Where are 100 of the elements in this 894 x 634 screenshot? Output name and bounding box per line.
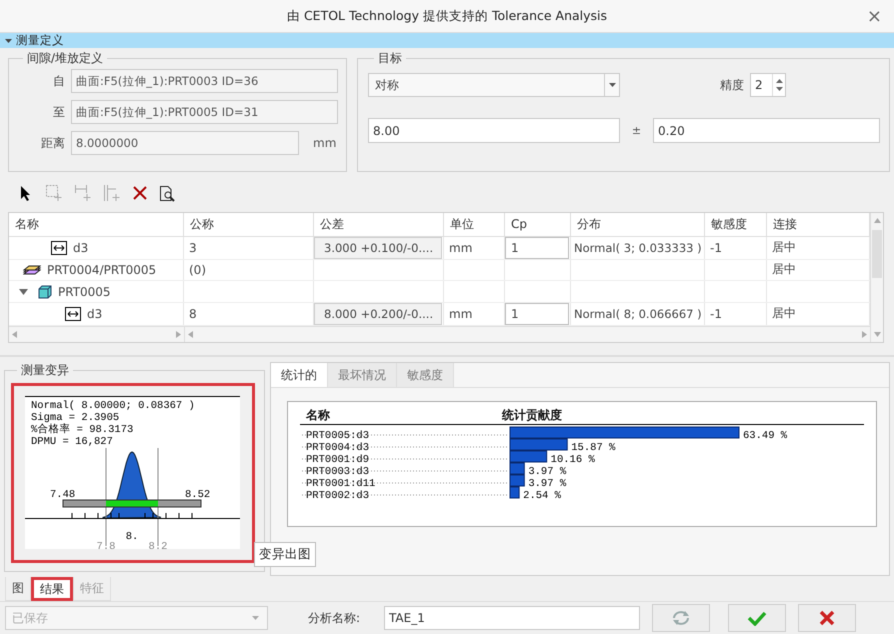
- table-cell: (0): [189, 262, 206, 277]
- precision-spinner[interactable]: 2: [750, 73, 786, 97]
- precision-label: 精度: [720, 76, 744, 94]
- nominal-field[interactable]: 8.00: [368, 118, 620, 143]
- bar-label: PRT0005:d3: [306, 430, 370, 442]
- lower-limit-label: 7.48: [50, 489, 76, 501]
- statistics-text: %合格率 = 98.3173: [31, 424, 134, 436]
- axis-label: 7.8: [96, 541, 116, 549]
- value-label: 3.97 %: [528, 466, 566, 478]
- bar-label: PRT0002:d3: [306, 490, 370, 502]
- table-cell: -1: [710, 306, 722, 321]
- scroll-left-icon[interactable]: [12, 330, 17, 338]
- results-tab[interactable]: 最坏情况: [328, 363, 397, 387]
- dimension-icon: [51, 240, 67, 255]
- bar-label: PRT0003:d3: [306, 466, 370, 478]
- column-header: 名称: [304, 406, 331, 424]
- upper-limit-label: 8.52: [185, 489, 210, 501]
- document-search-icon[interactable]: [159, 184, 175, 202]
- scroll-right-icon[interactable]: [176, 330, 181, 338]
- vertical-scrollbar[interactable]: [870, 213, 883, 342]
- readonly-field[interactable]: 8.0000000: [71, 131, 299, 155]
- field-label: 至: [52, 104, 65, 120]
- table-cell: Normal( 3; 0.033333 ): [574, 240, 702, 255]
- column-header[interactable]: 敏感度: [705, 213, 767, 236]
- ok-button[interactable]: [728, 604, 786, 632]
- tolerance-field[interactable]: 0.20: [653, 118, 880, 143]
- results-tab[interactable]: 敏感度: [397, 363, 454, 387]
- column-header[interactable]: 公称: [184, 213, 314, 236]
- axis-label: 8.2: [148, 541, 168, 549]
- column-header[interactable]: 名称: [9, 213, 184, 236]
- window-title: 由 CETOL Technology 提供支持的 Tolerance Analysis: [286, 8, 608, 24]
- table-cell: 居中: [772, 305, 796, 322]
- plus-minus-label: ±: [630, 124, 642, 137]
- bar-label: PRT0004:d3: [306, 442, 370, 454]
- panel-title: 间隙/堆放定义: [26, 50, 104, 67]
- column-header[interactable]: 分布: [571, 213, 705, 236]
- column-header[interactable]: 单位: [444, 213, 505, 236]
- cp-field[interactable]: 1: [505, 236, 569, 259]
- table-cell: 居中: [772, 261, 796, 278]
- scroll-left-icon[interactable]: [188, 330, 193, 338]
- scroll-down-icon[interactable]: [874, 332, 880, 337]
- statistics-text: Normal( 8.00000; 0.08367 ): [31, 400, 195, 412]
- panel-title: 目标: [377, 50, 403, 67]
- spinner-arrows-icon: [776, 77, 782, 93]
- table-cell: Normal( 8; 0.066667 ): [574, 306, 702, 321]
- bar-label: PRT0001:d9: [306, 454, 370, 466]
- column-header: 统计贡献度: [502, 406, 562, 424]
- column-header[interactable]: Cp: [505, 213, 571, 236]
- item-name[interactable]: d3: [73, 240, 88, 255]
- cancel-button[interactable]: [798, 604, 856, 632]
- in-spec-bar: [106, 500, 158, 506]
- field-label: 距离: [40, 134, 65, 152]
- analysis-name-label: 分析名称:: [308, 610, 362, 626]
- dimension-icon: [65, 306, 81, 321]
- close-button[interactable]: ×: [862, 6, 886, 27]
- tooltip: 变异出图: [254, 542, 316, 567]
- item-name[interactable]: PRT0004/PRT0005: [47, 262, 156, 277]
- table-cell: 3: [189, 240, 197, 255]
- results-tab[interactable]: 统计的: [271, 363, 328, 387]
- refresh-icon: [671, 609, 691, 627]
- value-label: 3.97 %: [528, 478, 566, 490]
- table-cell: 8: [189, 306, 197, 321]
- readonly-field[interactable]: 曲面:F5(拉伸_1):PRT0005 ID=31: [71, 100, 338, 124]
- readonly-field[interactable]: 曲面:F5(拉伸_1):PRT0003 ID=36: [71, 69, 338, 93]
- expander-icon[interactable]: [19, 287, 28, 296]
- table-cell: mm: [449, 306, 472, 321]
- delete-icon[interactable]: [132, 185, 148, 201]
- section-title: 测量定义: [16, 33, 64, 48]
- table-cell: mm: [449, 240, 472, 255]
- panel-tab[interactable]: 结果: [31, 577, 73, 601]
- item-name[interactable]: d3: [87, 306, 102, 321]
- field-label: 自: [52, 72, 65, 90]
- stacked-parts-icon: [23, 262, 41, 277]
- statistics-text: Sigma = 2.3905: [31, 412, 120, 424]
- table-cell: 居中: [772, 239, 796, 256]
- value-label: 15.87 %: [571, 442, 616, 454]
- analysis-name-field[interactable]: TAE_1: [384, 606, 640, 630]
- tolerance-cell-button[interactable]: 8.000 +0.200/-0....: [314, 302, 442, 325]
- checkmark-icon: [747, 610, 767, 626]
- close-icon: [818, 609, 836, 627]
- type-dropdown[interactable]: 对称: [368, 73, 620, 97]
- section-header[interactable]: 测量定义: [0, 33, 894, 48]
- caret-icon: [608, 83, 616, 87]
- value-label: 10.16 %: [550, 454, 595, 466]
- item-name[interactable]: PRT0005: [58, 284, 111, 299]
- panel-title: 测量变异: [20, 362, 70, 379]
- cp-field[interactable]: 1: [505, 302, 569, 325]
- unit-label: mm: [313, 136, 336, 150]
- value-label: 2.54 %: [523, 490, 561, 502]
- axis-label: 8.: [126, 531, 138, 543]
- statistics-text: DPMU = 16,827: [31, 436, 113, 448]
- scroll-right-icon[interactable]: [862, 330, 867, 338]
- bar-label: PRT0001:d11: [306, 478, 376, 490]
- part-cube-icon: [38, 284, 52, 299]
- caret-icon: [252, 616, 259, 620]
- tolerance-cell-button[interactable]: 3.000 +0.100/-0....: [314, 236, 442, 259]
- scroll-up-icon[interactable]: [874, 218, 880, 223]
- caret-icon: [5, 38, 13, 44]
- column-header[interactable]: 公差: [314, 213, 444, 236]
- table-cell: -1: [710, 240, 722, 255]
